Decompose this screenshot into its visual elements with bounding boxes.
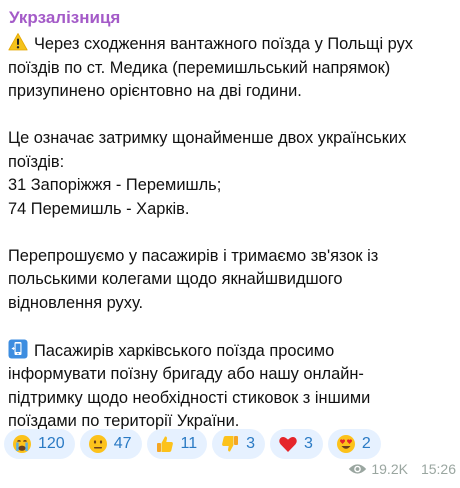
- eye-icon: [349, 464, 367, 474]
- paragraph-line: поїздів:: [8, 152, 65, 171]
- paragraph-line: Пасажирів харківського поїзда просимо: [34, 341, 335, 360]
- thumbs-up-icon: [156, 436, 173, 452]
- neutral-face-icon: [88, 435, 107, 453]
- views-count: 19.2K: [371, 461, 408, 477]
- reaction-count: 2: [361, 435, 371, 452]
- message-bubble: Укрзалізниця Через сходження вантажного …: [0, 0, 460, 488]
- thumbs-down-icon: [222, 436, 239, 452]
- reaction-neutral[interactable]: 47: [79, 429, 142, 459]
- crying-face-icon: [13, 435, 31, 453]
- paragraph-passengers: Пасажирів харківського поїзда просимо ін…: [8, 339, 450, 434]
- paragraph-line: Через сходження вантажного поїзда у Поль…: [34, 35, 413, 53]
- warning-icon: [8, 33, 28, 51]
- paragraph-line: 31 Запоріжжя - Перемишль;: [8, 176, 222, 194]
- paragraph-delays: Це означає затримку щонайменше двох укра…: [8, 127, 450, 221]
- paragraph-line: інформувати поїзну бригаду або нашу онла…: [8, 365, 364, 383]
- message-text: Через сходження вантажного поїзда у Поль…: [8, 32, 450, 434]
- reaction-thumbs-down[interactable]: 3: [212, 429, 266, 459]
- reaction-count: 47: [113, 435, 132, 452]
- reaction-count: 3: [246, 435, 256, 452]
- reaction-crying[interactable]: 120: [4, 429, 75, 459]
- paragraph-line: польськими колегами щодо якнайшвидшого: [8, 270, 343, 288]
- paragraph-line: Це означає затримку щонайменше двох укра…: [8, 129, 407, 147]
- channel-name[interactable]: Укрзалізниця: [9, 8, 450, 28]
- paragraph-line: Перепрошуємо у пасажирів і тримаємо зв'я…: [8, 246, 379, 265]
- paragraph-apology: Перепрошуємо у пасажирів і тримаємо зв'я…: [8, 245, 450, 316]
- paragraph-warning: Через сходження вантажного поїзда у Поль…: [8, 32, 450, 104]
- reaction-heart[interactable]: 3: [270, 429, 323, 459]
- paragraph-line: відновлення руху.: [8, 293, 144, 312]
- reaction-count: 11: [180, 435, 198, 452]
- message-meta: 19.2K 15:26: [348, 461, 456, 477]
- reaction-count: 3: [304, 435, 313, 452]
- reaction-heart-eyes[interactable]: 2: [327, 429, 381, 459]
- reaction-thumbs-up[interactable]: 11: [146, 429, 208, 459]
- reactions-bar: 120 47 11 3 3 2: [4, 429, 381, 459]
- phone-icon: [8, 339, 28, 358]
- reaction-count: 120: [38, 435, 65, 452]
- heart-eyes-icon: [336, 435, 355, 453]
- paragraph-line: призупинено орієнтовно на дві години.: [8, 82, 302, 100]
- red-heart-icon: [279, 437, 297, 452]
- paragraph-line: поїздів по ст. Медика (перемишльський на…: [8, 58, 391, 77]
- paragraph-line: підтримку щодо необхідності стиковок з і…: [8, 388, 371, 407]
- timestamp: 15:26: [420, 461, 456, 477]
- paragraph-line: 74 Перемишль - Харків.: [8, 199, 190, 218]
